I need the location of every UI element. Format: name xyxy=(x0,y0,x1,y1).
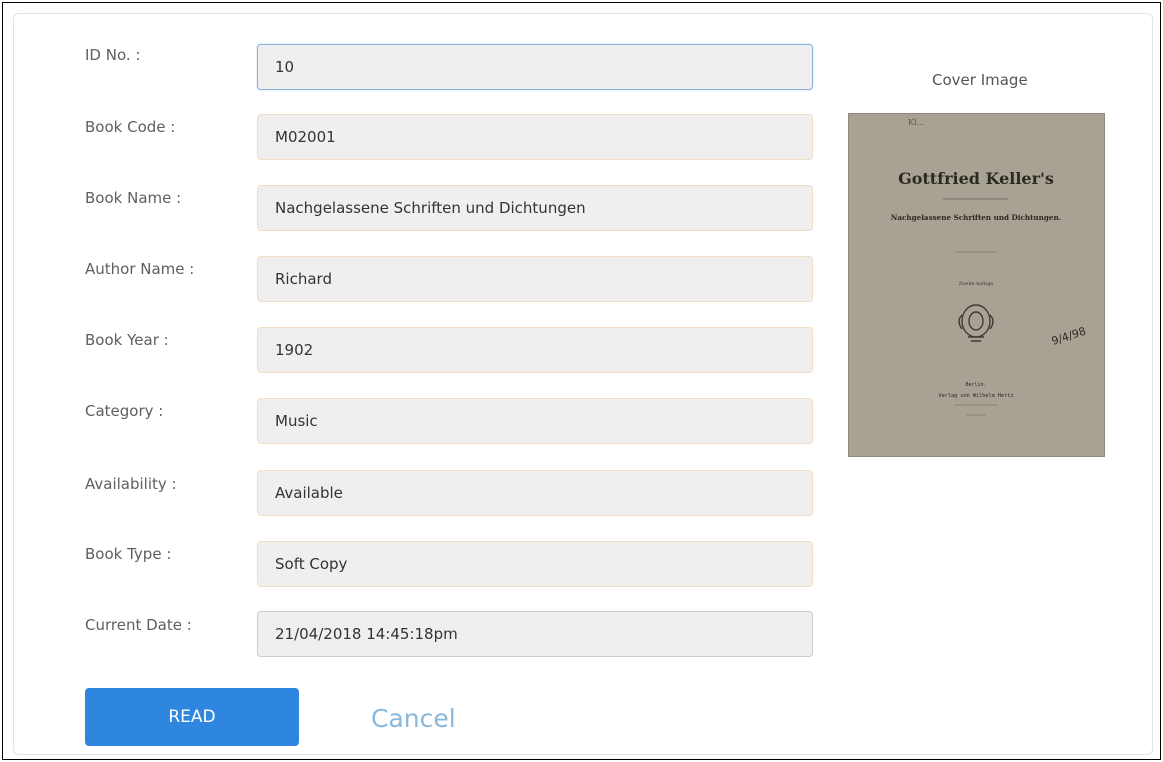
current-date-label: Current Date : xyxy=(85,616,192,634)
cover-publisher-city: Berlin. xyxy=(965,382,986,388)
current-date-field[interactable]: 21/04/2018 14:45:18pm xyxy=(257,611,813,657)
cover-publisher: Verlag von Wilhelm Hertz xyxy=(939,393,1014,399)
book-name-field[interactable]: Nachgelassene Schriften und Dichtungen xyxy=(257,185,813,231)
author-name-field[interactable]: Richard xyxy=(257,256,813,302)
svg-text:Kl...: Kl... xyxy=(908,118,924,127)
id-field[interactable]: 10 xyxy=(257,44,813,90)
book-type-label: Book Type : xyxy=(85,545,172,563)
book-code-field[interactable]: M02001 xyxy=(257,114,813,160)
category-field[interactable]: Music xyxy=(257,398,813,444)
cover-artwork: Kl... Gottfried Keller's Nachgelassene S… xyxy=(848,113,1105,457)
id-label: ID No. : xyxy=(85,46,141,64)
category-label: Category : xyxy=(85,402,164,420)
book-year-label: Book Year : xyxy=(85,331,169,349)
book-year-field[interactable]: 1902 xyxy=(257,327,813,373)
cover-image: Kl... Gottfried Keller's Nachgelassene S… xyxy=(848,113,1105,457)
availability-field[interactable]: Available xyxy=(257,470,813,516)
book-code-label: Book Code : xyxy=(85,118,176,136)
book-name-label: Book Name : xyxy=(85,189,182,207)
read-button[interactable]: READ xyxy=(85,688,299,746)
cover-image-label: Cover Image xyxy=(932,71,1028,89)
cancel-link[interactable]: Cancel xyxy=(371,704,456,733)
author-name-label: Author Name : xyxy=(85,260,195,278)
cover-subtitle: Nachgelassene Schriften und Dichtungen. xyxy=(891,213,1061,222)
book-type-field[interactable]: Soft Copy xyxy=(257,541,813,587)
cover-title: Gottfried Keller's xyxy=(898,169,1054,188)
availability-label: Availability : xyxy=(85,475,177,493)
cover-edition: Zweite Auflage xyxy=(959,281,994,287)
